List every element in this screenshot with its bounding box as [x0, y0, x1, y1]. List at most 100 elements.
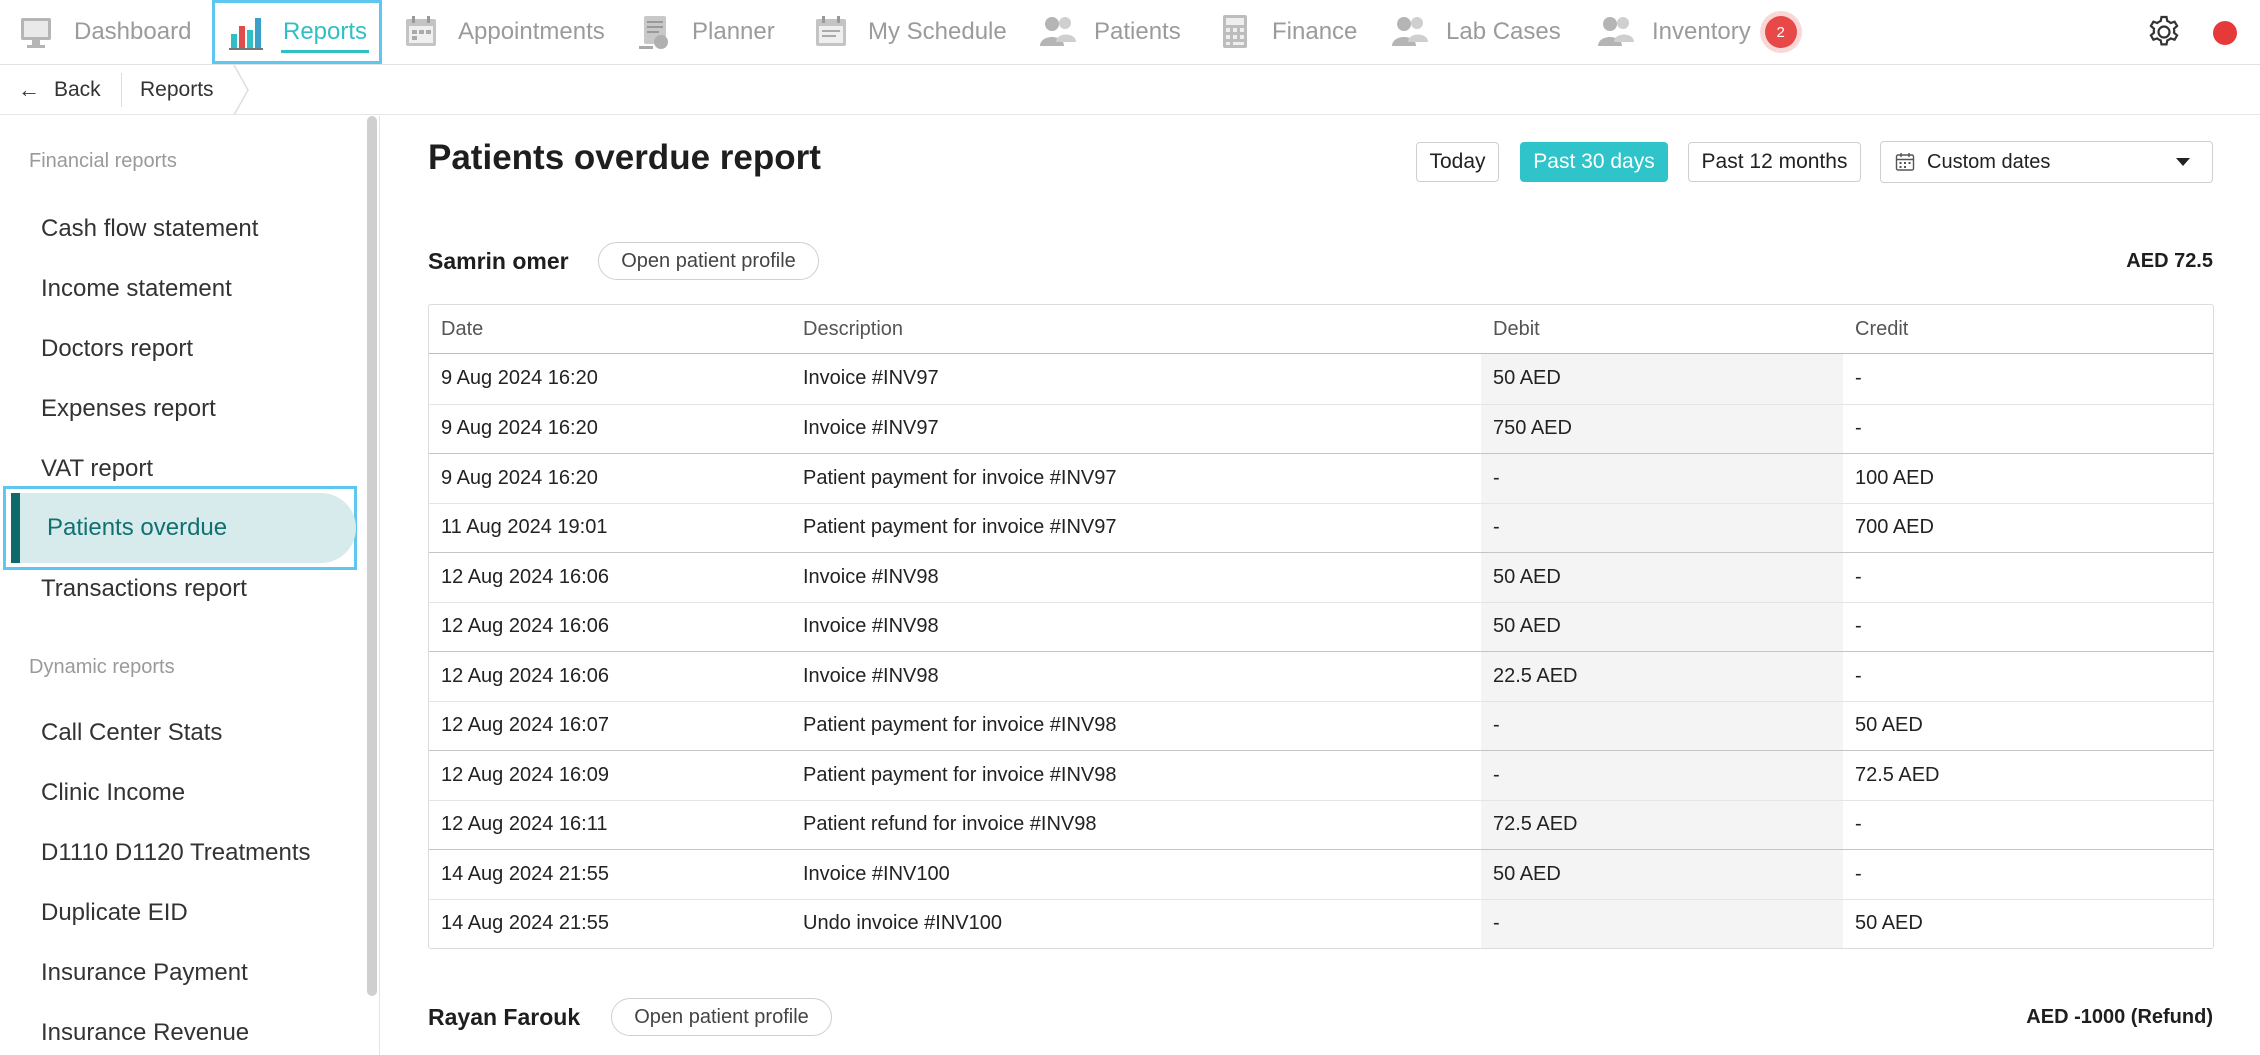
sidebar-item-patients-overdue[interactable]: Patients overdue — [11, 493, 356, 563]
settings-gear-icon[interactable] — [2146, 14, 2182, 50]
caret-down-icon — [2176, 158, 2190, 166]
cell-debit: - — [1481, 701, 1843, 750]
cell-debit: 50 AED — [1481, 553, 1843, 602]
sidebar-item-doctors-report[interactable]: Doctors report — [41, 334, 193, 364]
back-button[interactable]: ← Back — [18, 65, 101, 115]
cell-date: 14 Aug 2024 21:55 — [441, 862, 609, 885]
inventory-badge: 2 — [1764, 16, 1797, 48]
nav-reports-underline — [281, 50, 369, 53]
open-patient-profile-button[interactable]: Open patient profile — [611, 998, 832, 1036]
cell-date: 12 Aug 2024 16:07 — [441, 714, 609, 737]
main-content: Patients overdue report Today Past 30 da… — [380, 116, 2260, 1055]
dashboard-icon — [18, 12, 58, 52]
sidebar-heading-dynamic: Dynamic reports — [29, 656, 175, 678]
cell-date: 9 Aug 2024 16:20 — [441, 367, 598, 390]
table-header-row: Date Description Debit Credit — [429, 305, 2213, 354]
sidebar-item-expenses-report[interactable]: Expenses report — [41, 394, 216, 424]
cell-debit: 50 AED — [1481, 354, 1843, 404]
sidebar-item-d1110-d1120[interactable]: D1110 D1120 Treatments — [41, 838, 310, 868]
nav-patients[interactable]: Patients — [1038, 0, 1181, 64]
nav-appointments-label: Appointments — [458, 18, 605, 45]
sidebar: Financial reports Cash flow statement In… — [0, 116, 380, 1055]
cell-debit: 750 AED — [1481, 404, 1843, 453]
cell-debit: - — [1481, 751, 1843, 800]
reports-chart-icon — [227, 12, 267, 52]
cell-description: Patient payment for invoice #INV97 — [803, 516, 1117, 539]
sidebar-item-duplicate-eid[interactable]: Duplicate EID — [41, 898, 188, 928]
cell-description: Patient payment for invoice #INV98 — [803, 763, 1117, 786]
patients-icon — [1038, 12, 1078, 52]
top-navigation: Dashboard Reports Appointments Planner M… — [0, 0, 2260, 65]
cell-debit: 72.5 AED — [1481, 800, 1843, 849]
table-row: 12 Aug 2024 16:06 Invoice #INV98 22.5 AED - — [429, 651, 2213, 701]
open-patient-profile-button[interactable]: Open patient profile — [598, 242, 819, 280]
cell-description: Invoice #INV98 — [803, 615, 939, 638]
sidebar-item-income-statement[interactable]: Income statement — [41, 274, 232, 304]
nav-planner-label: Planner — [692, 18, 775, 45]
cell-credit: - — [1855, 417, 1862, 440]
cell-description: Invoice #INV97 — [803, 367, 939, 390]
notification-dot[interactable] — [2213, 21, 2237, 45]
cell-credit: 100 AED — [1855, 466, 1934, 489]
cell-credit: - — [1855, 615, 1862, 638]
breadcrumb-divider — [121, 73, 122, 107]
patient-balance: AED -1000 (Refund) — [2026, 1006, 2213, 1028]
sidebar-scrollbar[interactable] — [367, 116, 377, 996]
sidebar-item-clinic-income[interactable]: Clinic Income — [41, 778, 185, 808]
cell-credit: - — [1855, 367, 1862, 390]
nav-inventory[interactable]: Inventory 2 — [1596, 0, 1797, 64]
table-row: 14 Aug 2024 21:55 Invoice #INV100 50 AED - — [429, 849, 2213, 899]
cell-description: Undo invoice #INV100 — [803, 912, 1003, 935]
sidebar-item-call-center-stats[interactable]: Call Center Stats — [41, 718, 222, 748]
table-row: 12 Aug 2024 16:09 Patient payment for inv… — [429, 750, 2213, 800]
patient-name: Rayan Farouk — [428, 1004, 581, 1030]
cell-date: 12 Aug 2024 16:11 — [441, 813, 608, 836]
nav-dashboard[interactable]: Dashboard — [18, 0, 191, 64]
header-debit: Debit — [1481, 305, 1843, 353]
custom-dates-select[interactable]: Custom dates — [1880, 141, 2213, 183]
table-row: 9 Aug 2024 16:20 Invoice #INV97 50 AED - — [429, 354, 2213, 404]
table-row: 14 Aug 2024 21:55 Undo invoice #INV100 -50… — [429, 898, 2213, 948]
sidebar-item-transactions-report[interactable]: Transactions report — [41, 574, 247, 604]
cell-date: 12 Aug 2024 16:09 — [441, 763, 609, 786]
cell-credit: - — [1855, 862, 1862, 885]
table-row: 9 Aug 2024 16:20 Patient payment for invo… — [429, 453, 2213, 503]
table-row: 12 Aug 2024 16:07 Patient payment for inv… — [429, 700, 2213, 750]
cell-debit: - — [1481, 503, 1843, 552]
nav-my-schedule[interactable]: My Schedule — [812, 0, 1007, 64]
patient-balance: AED 72.5 — [2126, 250, 2213, 272]
lab-cases-icon — [1390, 12, 1430, 52]
breadcrumb-current: Reports — [140, 78, 214, 101]
filter-past-30-days-button[interactable]: Past 30 days — [1520, 142, 1668, 182]
finance-calculator-icon — [1216, 12, 1256, 52]
cell-date: 12 Aug 2024 16:06 — [441, 565, 609, 588]
cell-date: 9 Aug 2024 16:20 — [441, 466, 598, 489]
breadcrumb: ← Back Reports — [0, 65, 2260, 115]
sidebar-item-cash-flow[interactable]: Cash flow statement — [41, 214, 258, 244]
nav-reports[interactable]: Reports — [212, 0, 382, 64]
cell-description: Invoice #INV98 — [803, 565, 939, 588]
cell-debit: 50 AED — [1481, 850, 1843, 899]
table-row: 12 Aug 2024 16:06 Invoice #INV98 50 AED - — [429, 552, 2213, 602]
cell-date: 12 Aug 2024 16:06 — [441, 615, 609, 638]
custom-dates-label: Custom dates — [1927, 150, 2051, 173]
sidebar-item-insurance-payment[interactable]: Insurance Payment — [41, 958, 248, 988]
sidebar-item-insurance-revenue[interactable]: Insurance Revenue — [41, 1018, 249, 1048]
filter-today-button[interactable]: Today — [1416, 142, 1499, 182]
nav-lab-cases[interactable]: Lab Cases — [1390, 0, 1561, 64]
sidebar-item-vat-report[interactable]: VAT report — [41, 454, 153, 484]
page-title: Patients overdue report — [428, 138, 821, 177]
nav-inventory-label: Inventory — [1652, 18, 1751, 45]
nav-finance[interactable]: Finance — [1216, 0, 1357, 64]
inventory-icon — [1596, 12, 1636, 52]
nav-planner[interactable]: Planner — [636, 0, 775, 64]
appointments-icon — [402, 12, 442, 52]
cell-description: Invoice #INV97 — [803, 417, 939, 440]
cell-credit: 50 AED — [1855, 912, 1923, 935]
cell-credit: 700 AED — [1855, 516, 1934, 539]
table-row: 12 Aug 2024 16:06 Invoice #INV98 50 AED - — [429, 601, 2213, 651]
cell-credit: - — [1855, 813, 1862, 836]
cell-debit: - — [1481, 454, 1843, 503]
filter-past-12-months-button[interactable]: Past 12 months — [1688, 142, 1861, 182]
nav-appointments[interactable]: Appointments — [402, 0, 605, 64]
